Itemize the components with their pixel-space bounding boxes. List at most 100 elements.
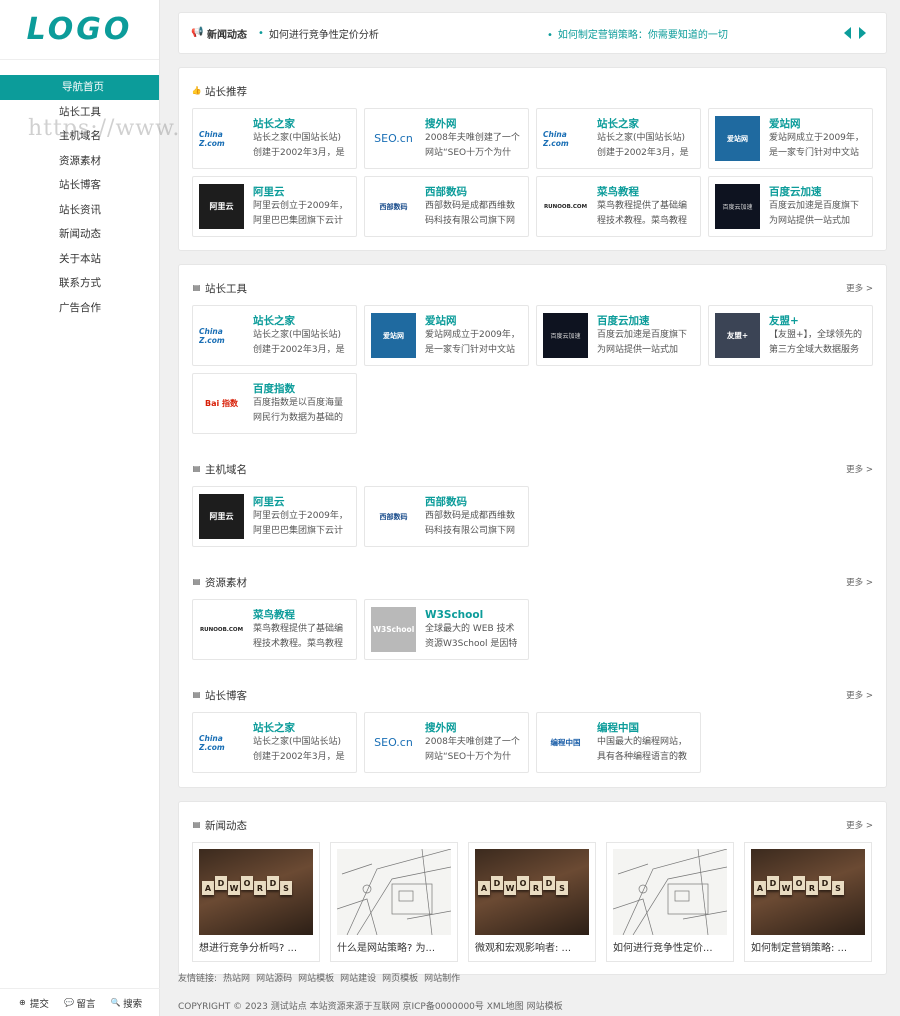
nav-item[interactable]: 关于本站 bbox=[0, 247, 159, 272]
list-icon: ▤ bbox=[192, 820, 201, 829]
news-caption[interactable]: 微观和宏观影响者: ... bbox=[475, 935, 589, 963]
site-card[interactable]: China Z.com 站长之家 站长之家(中国站长站)创建于2002年3月，是… bbox=[192, 712, 357, 773]
nav-item[interactable]: 资源素材 bbox=[0, 149, 159, 174]
nav-item[interactable]: 联系方式 bbox=[0, 271, 159, 296]
news-caption[interactable]: 如何制定营销策略: ... bbox=[751, 935, 865, 963]
friend-link[interactable]: 热站网 bbox=[223, 974, 250, 984]
site-desc: 站长之家(中国站长站)创建于2002年3月，是一家 bbox=[253, 329, 345, 355]
search-icon: 🔍 bbox=[110, 997, 121, 1007]
friend-link[interactable]: 网站源码 bbox=[256, 974, 292, 984]
friend-link[interactable]: 网站模板 bbox=[298, 974, 334, 984]
site-name[interactable]: W3School bbox=[425, 608, 522, 622]
site-card[interactable]: 西部数码 西部数码 西部数码是成都西维数码科技有限公司旗下网 bbox=[364, 486, 529, 547]
site-desc: 爱站网成立于2009年，是一家专门针对中文站 bbox=[769, 132, 864, 158]
site-name[interactable]: 爱站网 bbox=[769, 117, 866, 131]
more-link[interactable]: 更多 > bbox=[846, 819, 873, 831]
site-name[interactable]: 站长之家 bbox=[253, 117, 350, 131]
news-card[interactable]: A D W O R D S 如何制定营销策略: ... bbox=[744, 842, 872, 962]
site-name[interactable]: 站长之家 bbox=[253, 314, 350, 328]
more-link[interactable]: 更多 > bbox=[846, 282, 873, 294]
news-caption[interactable]: 什么是网站策略? 为... bbox=[337, 935, 451, 963]
news-card[interactable]: 如何进行竞争性定价... bbox=[606, 842, 734, 962]
nav-item[interactable]: 站长工具 bbox=[0, 100, 159, 125]
site-name[interactable]: 百度云加速 bbox=[597, 314, 694, 328]
more-link[interactable]: 更多 > bbox=[846, 576, 873, 588]
nav-item[interactable]: 导航首页 bbox=[0, 75, 159, 100]
site-name[interactable]: 百度云加速 bbox=[769, 185, 866, 199]
more-link[interactable]: 更多 > bbox=[846, 463, 873, 475]
nav-item[interactable]: 站长资讯 bbox=[0, 198, 159, 223]
site-name[interactable]: 西部数码 bbox=[425, 185, 522, 199]
friend-link[interactable]: 网站制作 bbox=[424, 974, 460, 984]
site-desc: 西部数码是成都西维数码科技有限公司旗下网 bbox=[425, 200, 516, 226]
nav-item[interactable]: 主机域名 bbox=[0, 124, 159, 149]
site-card[interactable]: 百度云加速 百度云加速 百度云加速是百度旗下为网站提供一站式加 bbox=[708, 176, 873, 237]
news-image: ADWORDS bbox=[751, 849, 865, 935]
section-title: 👍 站长推荐 bbox=[191, 85, 247, 98]
news-card[interactable]: 什么是网站策略? 为... bbox=[330, 842, 458, 962]
letter-tile: W bbox=[504, 881, 516, 895]
site-name[interactable]: 西部数码 bbox=[425, 495, 522, 509]
site-name[interactable]: 阿里云 bbox=[253, 185, 350, 199]
site-card[interactable]: 爱站网 爱站网 爱站网成立于2009年，是一家专门针对中文站 bbox=[364, 305, 529, 366]
site-card[interactable]: China Z.com 站长之家 站长之家(中国站长站)创建于2002年3月，是… bbox=[536, 108, 701, 169]
news-caption[interactable]: 如何进行竞争性定价... bbox=[613, 935, 727, 963]
friend-link[interactable]: 网站建设 bbox=[340, 974, 376, 984]
site-name[interactable]: 站长之家 bbox=[253, 721, 350, 735]
next-arrow-icon[interactable] bbox=[859, 27, 866, 39]
submit-label: 提交 bbox=[29, 998, 49, 1010]
site-name[interactable]: 友盟+ bbox=[769, 314, 866, 328]
site-logo-text: W3School bbox=[372, 625, 415, 634]
site-card[interactable]: 阿里云 阿里云 阿里云创立于2009年，阿里巴巴集团旗下云计 bbox=[192, 176, 357, 237]
site-card[interactable]: China Z.com 站长之家 站长之家(中国站长站)创建于2002年3月，是… bbox=[192, 305, 357, 366]
site-card[interactable]: China Z.com 站长之家 站长之家(中国站长站)创建于2002年3月，是… bbox=[192, 108, 357, 169]
site-logo-text: 西部数码 bbox=[379, 512, 408, 521]
ticker-item-highlight[interactable]: • 如何制定营销策略：你需要知道的一切 bbox=[547, 26, 728, 41]
site-card[interactable]: W3School W3School 全球最大的 WEB 技术资源W3School… bbox=[364, 599, 529, 660]
submit-link[interactable]: ⊕ 提交 bbox=[18, 996, 49, 1010]
site-name[interactable]: 菜鸟教程 bbox=[597, 185, 694, 199]
site-card[interactable]: Bai 指数 百度指数 百度指数是以百度海量网民行为数据为基础的 bbox=[192, 373, 357, 434]
site-card[interactable]: 阿里云 阿里云 阿里云创立于2009年，阿里巴巴集团旗下云计 bbox=[192, 486, 357, 547]
site-text: 友盟+ 【友盟+】，全球领先的第三方全域大数据服务 bbox=[769, 314, 866, 358]
site-card[interactable]: RUNOOB.COM 菜鸟教程 菜鸟教程提供了基础编程技术教程。菜鸟教程 bbox=[536, 176, 701, 237]
ticker-item[interactable]: 如何进行竞争性定价分析 bbox=[269, 26, 379, 41]
news-card[interactable]: A D W O R D S 想进行竞争分析吗? ... bbox=[192, 842, 320, 962]
site-card[interactable]: 友盟+ 友盟+ 【友盟+】，全球领先的第三方全域大数据服务 bbox=[708, 305, 873, 366]
nav-item[interactable]: 广告合作 bbox=[0, 296, 159, 321]
friend-link[interactable]: 网页模板 bbox=[382, 974, 418, 984]
site-card[interactable]: 百度云加速 百度云加速 百度云加速是百度旗下为网站提供一站式加 bbox=[536, 305, 701, 366]
site-card[interactable]: SEO.cn 搜外网 2008年夫唯创建了一个网站“SEO十万个为什么” bbox=[364, 712, 529, 773]
site-name[interactable]: 搜外网 bbox=[425, 721, 522, 735]
site-name[interactable]: 站长之家 bbox=[597, 117, 694, 131]
site-name[interactable]: 编程中国 bbox=[597, 721, 694, 735]
site-name[interactable]: 爱站网 bbox=[425, 314, 522, 328]
logo[interactable]: LOGO bbox=[0, 0, 159, 60]
more-link[interactable]: 更多 > bbox=[846, 689, 873, 701]
site-card[interactable]: 爱站网 爱站网 爱站网成立于2009年，是一家专门针对中文站 bbox=[708, 108, 873, 169]
message-link[interactable]: 💬 留言 bbox=[64, 996, 96, 1010]
site-card[interactable]: 编程中国 编程中国 中国最大的编程网站，具有各种编程语言的教 bbox=[536, 712, 701, 773]
site-name[interactable]: 搜外网 bbox=[425, 117, 522, 131]
news-card[interactable]: A D W O R D S 微观和宏观影响者: ... bbox=[468, 842, 596, 962]
site-name[interactable]: 阿里云 bbox=[253, 495, 350, 509]
site-grid: 阿里云 阿里云 阿里云创立于2009年，阿里巴巴集团旗下云计 西部数码 西部数码… bbox=[192, 486, 873, 547]
site-desc: 菜鸟教程提供了基础编程技术教程。菜鸟教程 bbox=[597, 200, 688, 226]
site-name[interactable]: 菜鸟教程 bbox=[253, 608, 350, 622]
site-card[interactable]: RUNOOB.COM 菜鸟教程 菜鸟教程提供了基础编程技术教程。菜鸟教程 bbox=[192, 599, 357, 660]
nav-item[interactable]: 新闻动态 bbox=[0, 222, 159, 247]
site-name[interactable]: 百度指数 bbox=[253, 382, 350, 396]
search-link[interactable]: 🔍 搜索 bbox=[110, 996, 143, 1010]
site-card[interactable]: SEO.cn 搜外网 2008年夫唯创建了一个网站“SEO十万个为什么” bbox=[364, 108, 529, 169]
site-logo-text: RUNOOB.COM bbox=[543, 203, 588, 210]
nav-item[interactable]: 站长博客 bbox=[0, 173, 159, 198]
section-title: ▤ 站长工具 bbox=[192, 282, 247, 295]
letter-tile: D bbox=[267, 876, 279, 890]
site-text: 菜鸟教程 菜鸟教程提供了基础编程技术教程。菜鸟教程 bbox=[597, 185, 694, 229]
site-text: 站长之家 站长之家(中国站长站)创建于2002年3月，是一家 bbox=[253, 314, 350, 358]
site-desc: 中国最大的编程网站，具有各种编程语言的教 bbox=[597, 736, 688, 762]
site-logo-icon: 西部数码 bbox=[371, 494, 416, 539]
news-caption[interactable]: 想进行竞争分析吗? ... bbox=[199, 935, 313, 963]
site-card[interactable]: 西部数码 西部数码 西部数码是成都西维数码科技有限公司旗下网 bbox=[364, 176, 529, 237]
prev-arrow-icon[interactable] bbox=[844, 27, 851, 39]
